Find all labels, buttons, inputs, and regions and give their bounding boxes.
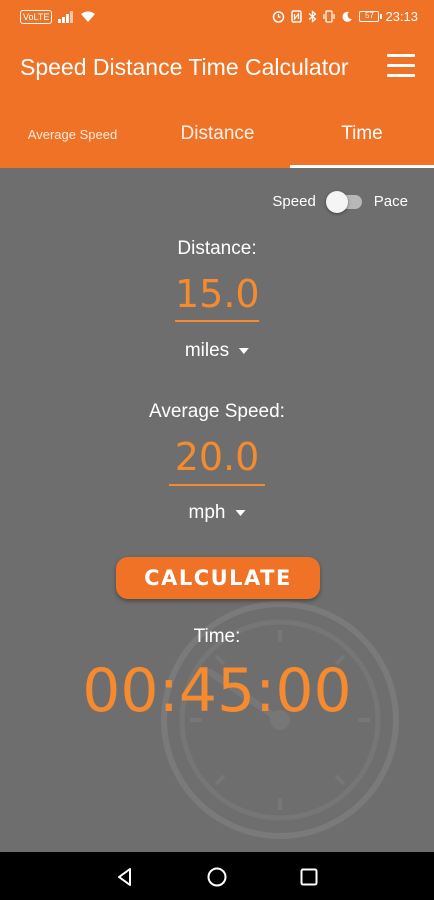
distance-unit-dropdown[interactable]: miles <box>184 340 250 362</box>
tab-bar: Average Speed Distance Time <box>0 100 434 168</box>
wifi-icon <box>81 11 96 22</box>
home-icon[interactable] <box>206 866 228 888</box>
signal-icon <box>58 11 74 23</box>
bluetooth-icon <box>309 10 317 23</box>
tab-time[interactable]: Time <box>290 100 434 168</box>
average-speed-input[interactable] <box>169 430 265 486</box>
vibrate-icon <box>323 10 336 23</box>
mode-toggle-row: Speed Pace <box>272 190 408 213</box>
time-result-label: Time: <box>193 626 241 647</box>
battery-icon: 57 <box>359 11 383 22</box>
hamburger-menu-icon[interactable] <box>384 54 418 80</box>
status-time: 23:13 <box>385 9 418 24</box>
calculate-button[interactable]: CALCULATE <box>116 557 320 599</box>
switch-thumb <box>325 191 348 213</box>
speed-mode-label: Speed <box>272 192 316 210</box>
system-nav-bar <box>0 852 434 900</box>
status-bar: VoLTE 57 23:13 <box>0 0 434 34</box>
speed-pace-switch[interactable] <box>325 190 364 213</box>
time-result-value: 00:45:00 <box>82 656 352 726</box>
distance-input[interactable] <box>175 268 259 322</box>
recents-icon[interactable] <box>298 866 320 888</box>
nfc-icon <box>291 10 303 23</box>
alarm-icon <box>273 11 285 23</box>
back-icon[interactable] <box>114 866 136 888</box>
calculator-panel: Speed Pace Distance: miles Average Speed… <box>0 168 434 852</box>
average-speed-label: Average Speed: <box>149 401 285 422</box>
dropdown-arrow-icon <box>239 348 250 354</box>
status-right: 57 23:13 <box>272 9 418 24</box>
speed-unit-value: mph <box>188 502 226 523</box>
status-left: VoLTE <box>20 10 96 24</box>
tab-average-speed[interactable]: Average Speed <box>0 100 145 168</box>
distance-unit-value: miles <box>184 340 230 361</box>
pace-mode-label: Pace <box>373 192 408 210</box>
app-bar: Speed Distance Time Calculator <box>0 34 434 100</box>
dropdown-arrow-icon <box>235 510 246 516</box>
moon-icon <box>342 11 353 22</box>
speed-unit-dropdown[interactable]: mph <box>189 502 246 524</box>
volte-badge: VoLTE <box>20 10 53 24</box>
tab-distance[interactable]: Distance <box>145 100 290 168</box>
distance-label: Distance: <box>177 238 257 259</box>
app-title: Speed Distance Time Calculator <box>20 54 349 80</box>
